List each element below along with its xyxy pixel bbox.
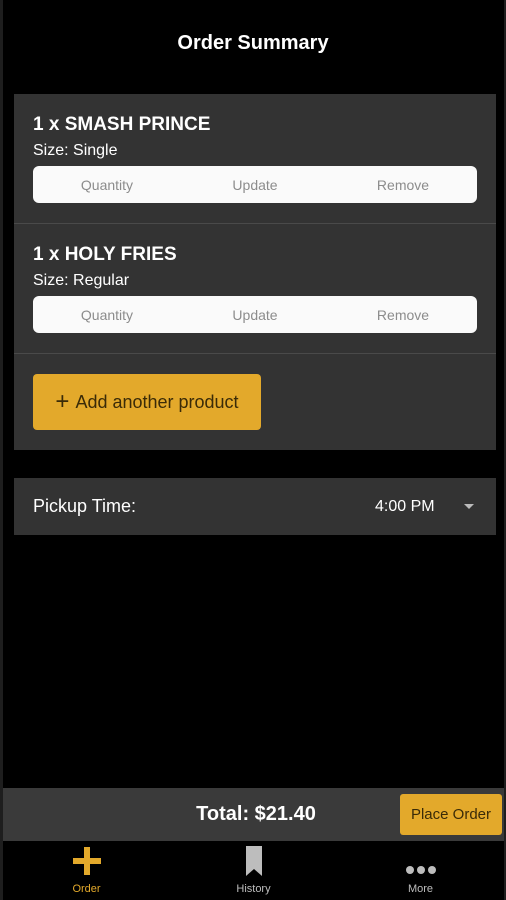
tab-label: More [407,883,434,895]
remove-button[interactable]: Remove [329,307,477,323]
remove-button[interactable]: Remove [329,177,477,193]
checkout-bar: Total: $21.40 Place Order [3,788,504,841]
pickup-time-label: Pickup Time: [33,496,137,516]
tab-more[interactable]: More [337,841,504,900]
tab-label: History [236,883,271,895]
tab-order[interactable]: Order [3,841,170,900]
place-order-button[interactable]: Place Order [400,794,502,835]
plus-icon [71,841,103,877]
window-border-left [0,0,3,900]
order-item: 1 x HOLY FRIES Size: Regular Quantity Up… [14,224,496,354]
bookmark-icon [245,841,263,877]
item-actions: Quantity Update Remove [33,296,477,333]
plus-icon: + [55,388,70,415]
order-items-card: 1 x SMASH PRINCE Size: Single Quantity U… [14,94,496,450]
pickup-time-select[interactable]: Pickup Time: 4:00 PM [14,478,496,535]
item-title: 1 x HOLY FRIES [33,244,177,265]
more-dots-icon [405,841,437,877]
pickup-time-value: 4:00 PM [375,497,435,515]
chevron-down-icon [464,504,474,509]
quantity-button[interactable]: Quantity [33,307,181,323]
order-item: 1 x SMASH PRINCE Size: Single Quantity U… [14,94,496,224]
add-product-button[interactable]: + Add another product [33,374,261,430]
update-button[interactable]: Update [181,307,329,323]
quantity-button[interactable]: Quantity [33,177,181,193]
item-title: 1 x SMASH PRINCE [33,114,211,135]
page-header: Order Summary [0,0,506,86]
update-button[interactable]: Update [181,177,329,193]
item-size: Size: Regular [33,272,130,289]
tab-history[interactable]: History [170,841,337,900]
item-size: Size: Single [33,142,118,159]
item-actions: Quantity Update Remove [33,166,477,203]
page-title: Order Summary [177,31,329,54]
bottom-tab-bar: Order History More [3,841,504,900]
tab-label: Order [72,883,101,895]
add-product-label: Add another product [75,391,239,412]
